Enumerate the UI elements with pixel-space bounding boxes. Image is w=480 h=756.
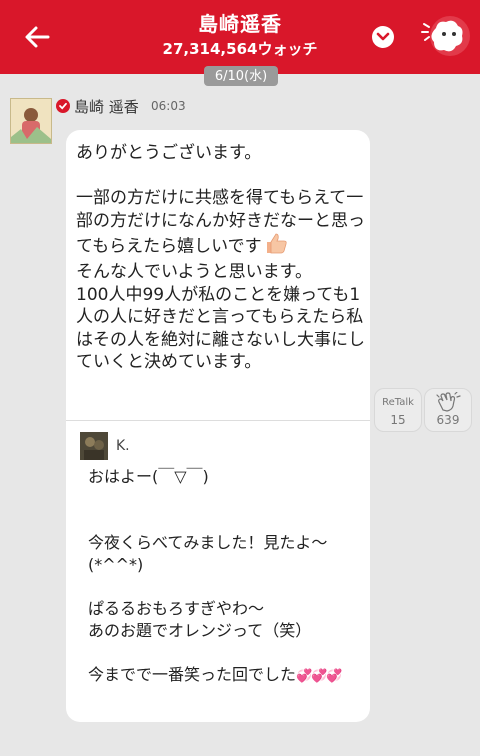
mascot-icon[interactable] — [420, 14, 472, 60]
page-title: 島崎遥香 — [198, 12, 282, 36]
clap-hands-icon — [435, 391, 461, 415]
quote-divider — [66, 420, 370, 421]
clap-button[interactable]: 639 — [424, 388, 472, 432]
retalk-button[interactable]: ReTalk 15 — [374, 388, 422, 432]
message-bubble: ありがとうございます。 一部の方だけに共感を得てもらえて一部の方だけになんか好き… — [66, 130, 370, 722]
author-name[interactable]: 島崎 遥香 — [74, 96, 139, 117]
app-header: 島崎遥香 27,314,564ウォッチ — [0, 0, 480, 74]
dropdown-chevron-icon[interactable] — [372, 26, 394, 48]
date-separator: 6/10(水) — [204, 66, 278, 86]
quote-text: おはよー(￣▽￣) 今夜くらべてみました！見たよ〜(*^^*) ぱるるおもろすぎ… — [88, 466, 358, 688]
message-text-part2: そんな人でいようと思います。 100人中99人が私のことを嫌っても1人の人に好き… — [76, 261, 365, 373]
post-time: 06:03 — [151, 99, 186, 113]
quote-author-name: K. — [116, 438, 130, 454]
hearts-emoji: 💞💞💞 — [296, 669, 343, 684]
verified-badge-icon — [56, 99, 70, 113]
watch-count: 27,314,564ウォッチ — [162, 40, 318, 58]
retalk-label: ReTalk — [382, 397, 414, 408]
quote-text-body: おはよー(￣▽￣) 今夜くらべてみました！見たよ〜(*^^*) ぱるるおもろすぎ… — [88, 467, 328, 684]
message-text-part1: ありがとうございます。 一部の方だけに共感を得てもらえて一部の方だけになんか好き… — [76, 143, 365, 257]
author-avatar[interactable] — [10, 98, 52, 144]
clap-count: 639 — [436, 413, 460, 427]
quote-avatar — [80, 432, 108, 460]
thumbs-up-icon — [264, 232, 288, 261]
retalk-count: 15 — [390, 413, 406, 427]
message-text: ありがとうございます。 一部の方だけに共感を得てもらえて一部の方だけになんか好き… — [76, 142, 368, 374]
